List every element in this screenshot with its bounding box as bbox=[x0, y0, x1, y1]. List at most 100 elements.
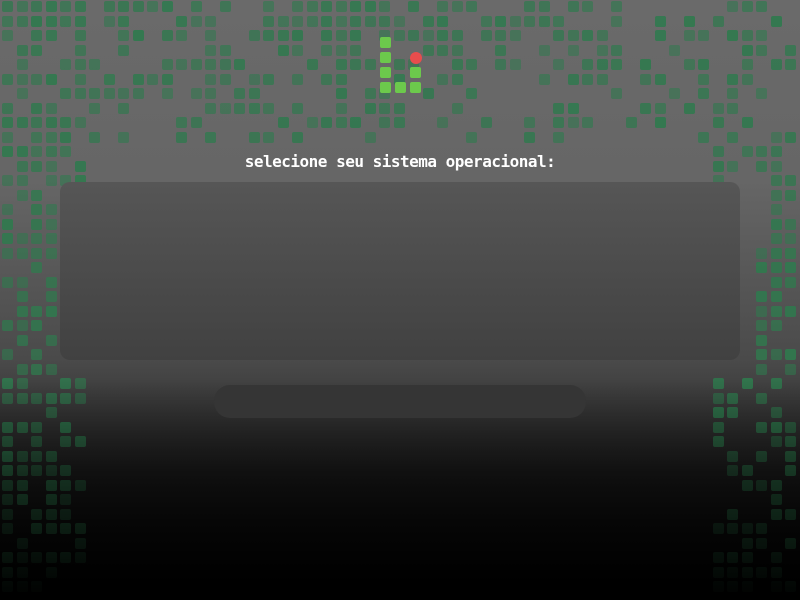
grid-cell bbox=[45, 305, 57, 317]
grid-cell bbox=[770, 247, 782, 259]
grid-cell bbox=[785, 247, 796, 259]
grid-cell bbox=[45, 233, 57, 244]
grid-cell bbox=[60, 494, 71, 505]
grid-cell bbox=[553, 131, 564, 143]
grid-cell bbox=[770, 233, 782, 244]
grid-cell bbox=[727, 450, 738, 462]
grid-cell bbox=[45, 175, 57, 186]
grid-cell bbox=[31, 305, 42, 317]
grid-cell bbox=[770, 276, 782, 288]
grid-cell bbox=[741, 537, 753, 549]
grid-cell bbox=[31, 320, 42, 331]
grid-cell bbox=[31, 465, 42, 476]
grid-cell bbox=[31, 450, 42, 462]
grid-cell bbox=[770, 508, 782, 520]
grid-cell bbox=[770, 189, 782, 201]
grid-cell bbox=[45, 131, 57, 143]
grid-cell bbox=[741, 479, 753, 491]
grid-cell bbox=[45, 204, 57, 215]
grid-cell bbox=[785, 581, 796, 592]
grid-cell bbox=[727, 508, 738, 520]
grid-cell bbox=[2, 581, 13, 592]
grid-cell bbox=[16, 247, 28, 259]
action-bar[interactable] bbox=[214, 385, 586, 418]
grid-cell bbox=[741, 523, 753, 534]
grid-cell bbox=[16, 363, 28, 375]
grid-cell bbox=[60, 131, 71, 143]
grid-cell bbox=[727, 523, 738, 534]
grid-cell bbox=[698, 131, 709, 143]
grid-cell bbox=[756, 305, 767, 317]
grid-cell bbox=[2, 233, 13, 244]
grid-cell bbox=[205, 131, 216, 143]
logo-pixel bbox=[410, 82, 421, 93]
grid-cell bbox=[756, 392, 767, 404]
grid-cell bbox=[727, 131, 738, 143]
logo-pixel bbox=[395, 82, 406, 93]
grid-cell bbox=[2, 204, 13, 215]
grid-cell bbox=[2, 552, 13, 563]
grid-cell bbox=[74, 392, 86, 404]
grid-cell bbox=[756, 334, 767, 346]
grid-cell bbox=[785, 349, 796, 360]
grid-cell bbox=[2, 436, 13, 447]
grid-cell bbox=[16, 175, 28, 186]
grid-cell bbox=[466, 131, 477, 143]
grid-cell bbox=[31, 581, 42, 592]
grid-cell bbox=[727, 392, 738, 404]
grid-cell bbox=[2, 276, 13, 288]
grid-cell bbox=[60, 436, 71, 447]
grid-cell bbox=[785, 537, 796, 549]
grid-cell bbox=[16, 233, 28, 244]
grid-cell bbox=[89, 131, 100, 143]
grid-cell bbox=[16, 552, 28, 563]
grid-cell bbox=[74, 378, 86, 389]
grid-cell bbox=[16, 537, 28, 549]
grid-cell bbox=[785, 262, 796, 273]
grid-cell bbox=[263, 131, 274, 143]
grid-cell bbox=[756, 566, 767, 578]
grid-cell bbox=[770, 436, 782, 447]
grid-cell bbox=[60, 392, 71, 404]
grid-cell bbox=[785, 233, 796, 244]
grid-cell bbox=[785, 305, 796, 317]
grid-cell bbox=[727, 566, 738, 578]
grid-cell bbox=[16, 305, 28, 317]
grid-cell bbox=[741, 552, 753, 563]
grid-cell bbox=[727, 552, 738, 563]
logo-dot bbox=[410, 52, 422, 64]
grid-cell bbox=[741, 581, 753, 592]
grid-cell bbox=[74, 552, 86, 563]
grid-cell bbox=[770, 349, 782, 360]
grid-cell bbox=[712, 392, 724, 404]
grid-cell bbox=[2, 247, 13, 259]
grid-cell bbox=[16, 494, 28, 505]
grid-cell bbox=[770, 204, 782, 215]
pixel-logo-icon bbox=[0, 0, 800, 120]
grid-cell bbox=[45, 465, 57, 476]
grid-cell bbox=[176, 131, 187, 143]
grid-cell bbox=[727, 407, 738, 418]
grid-cell bbox=[60, 465, 71, 476]
grid-cell bbox=[31, 262, 42, 273]
grid-cell bbox=[785, 450, 796, 462]
grid-cell bbox=[727, 465, 738, 476]
grid-cell bbox=[16, 566, 28, 578]
grid-cell bbox=[712, 421, 724, 433]
grid-cell bbox=[31, 218, 42, 230]
grid-cell bbox=[741, 566, 753, 578]
os-options-panel[interactable] bbox=[60, 182, 740, 360]
grid-cell bbox=[16, 392, 28, 404]
grid-cell bbox=[712, 378, 724, 389]
grid-cell bbox=[2, 479, 13, 491]
grid-cell bbox=[785, 465, 796, 476]
grid-cell bbox=[770, 566, 782, 578]
grid-cell bbox=[770, 552, 782, 563]
grid-cell bbox=[756, 247, 767, 259]
grid-cell bbox=[785, 436, 796, 447]
grid-cell bbox=[712, 552, 724, 563]
grid-cell bbox=[524, 131, 535, 143]
grid-cell bbox=[756, 523, 767, 534]
logo-pixel bbox=[380, 52, 391, 63]
grid-cell bbox=[60, 421, 71, 433]
